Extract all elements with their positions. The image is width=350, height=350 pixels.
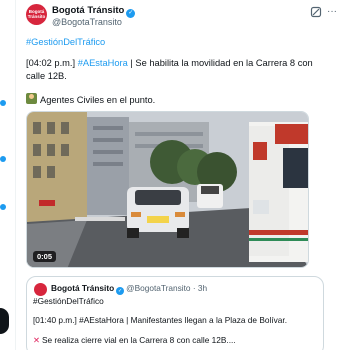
quoted-time-prefix: [01:40 p.m.] <box>33 315 77 325</box>
more-options-icon[interactable]: ··· <box>326 6 338 18</box>
quoted-handle[interactable]: @BogotaTransito <box>126 283 190 293</box>
quoted-line-1-text: | Manifestantes llegan a la Plaza de Bol… <box>123 315 287 325</box>
quoted-line-2-text: Se realiza cierre vial en la Carrera 8 c… <box>41 335 236 345</box>
quoted-separator: · <box>190 283 198 293</box>
tweet-header: Bogotá Tránsito Bogotá Tránsito ✓ @Bogota… <box>26 4 337 28</box>
left-sidebar-edge <box>0 0 16 350</box>
quoted-avatar[interactable] <box>34 283 47 296</box>
avatar[interactable]: Bogotá Tránsito <box>26 4 47 25</box>
grok-icon[interactable] <box>310 6 322 18</box>
tweet-agents-line: Agentes Civiles en el punto. <box>26 93 322 107</box>
sidebar-notification-dot[interactable] <box>0 156 6 162</box>
quoted-line-2: ✕ Se realiza cierre vial en la Carrera 8 … <box>33 335 236 345</box>
author-name-text[interactable]: Bogotá Tránsito <box>52 5 124 16</box>
tweet-body: [04:02 p.m.] #AEstaHora | Se habilita la… <box>26 57 322 83</box>
body-hashtag-link[interactable]: #AEstaHora <box>78 58 128 68</box>
author-handle[interactable]: @BogotaTransito <box>52 17 122 27</box>
agents-text: Agentes Civiles en el punto. <box>40 95 156 105</box>
tweet[interactable]: Bogotá Tránsito Bogotá Tránsito ✓ @Bogota… <box>26 0 350 350</box>
sidebar-notification-dot[interactable] <box>0 100 6 106</box>
cross-mark-emoji: ✕ <box>33 335 40 345</box>
sidebar-notification-dot[interactable] <box>0 204 6 210</box>
hashtag-link[interactable]: #GestiónDelTráfico <box>26 37 105 47</box>
quoted-age[interactable]: 3h <box>198 283 207 293</box>
video-player[interactable]: 0:05 <box>26 111 309 268</box>
quoted-author-name[interactable]: Bogotá Tránsito <box>51 283 114 293</box>
avatar-logo-text: Bogotá Tránsito <box>27 9 46 19</box>
tweet-time-prefix: [04:02 p.m.] <box>26 58 76 68</box>
verified-badge-icon: ✓ <box>126 9 136 18</box>
verified-badge-icon: ✓ <box>116 287 125 295</box>
sidebar-post-button[interactable] <box>0 308 9 334</box>
quoted-header: Bogotá Tránsito ✓ @BogotaTransito · 3h <box>51 283 207 295</box>
video-frame[interactable] <box>27 112 309 268</box>
quoted-body-hashtag: #AEstaHora <box>79 315 124 325</box>
grok-icon-svg <box>310 6 322 18</box>
police-officer-emoji <box>26 93 37 104</box>
video-duration-badge: 0:05 <box>33 251 57 262</box>
tweet-hashtag[interactable]: #GestiónDelTráfico <box>26 36 322 49</box>
quoted-tweet[interactable]: Bogotá Tránsito ✓ @BogotaTransito · 3h #Ge… <box>26 276 324 350</box>
quoted-hashtag: #GestiónDelTráfico <box>33 296 104 306</box>
quoted-line-1: [01:40 p.m.] #AEstaHora | Manifestantes … <box>33 315 287 325</box>
